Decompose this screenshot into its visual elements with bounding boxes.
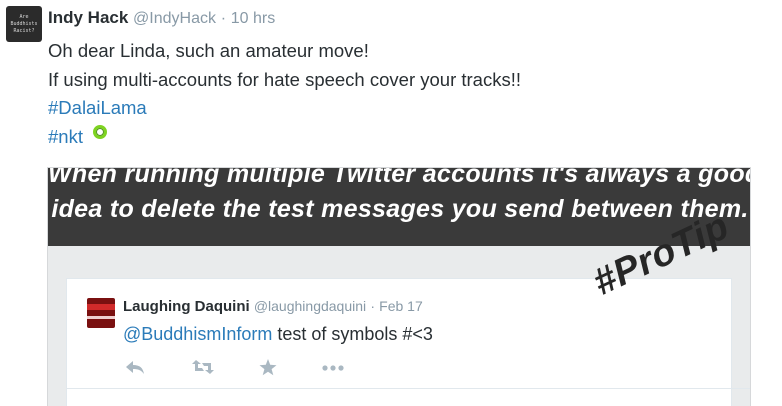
inner-author-name: Laughing Daquini	[123, 298, 250, 315]
avatar-text-line: Are	[19, 13, 29, 20]
author-avatar[interactable]: Are Buddhists Racist?	[6, 6, 42, 42]
inner-text-body: test of symbols #<3	[272, 324, 433, 344]
inner-header-separator: ·	[370, 298, 375, 314]
author-handle[interactable]: @IndyHack	[133, 10, 216, 27]
tweet-text-line: If using multi-accounts for hate speech …	[48, 68, 521, 90]
inner-author-handle: @laughingdaquini	[253, 298, 367, 314]
reply-icon	[126, 361, 144, 374]
green-circle-icon	[92, 124, 107, 139]
more-icon	[322, 365, 344, 371]
inner-tweet-date: Feb 17	[379, 298, 423, 314]
hashtag-link-nkt[interactable]: #nkt	[48, 123, 83, 152]
divider	[66, 388, 750, 389]
image-banner: When running multiple Twitter accounts i…	[48, 167, 751, 246]
banner-text-line: When running multiple Twitter accounts i…	[48, 167, 751, 188]
header-separator: ·	[220, 10, 227, 27]
inner-avatar	[87, 298, 115, 328]
tweet-text: Oh dear Linda, such an amateur move! If …	[48, 37, 521, 151]
banner-text-line: idea to delete the test messages you sen…	[51, 195, 749, 223]
inner-tweet-text: @BuddhismInform test of symbols #<3	[123, 324, 433, 345]
embedded-tweet-screenshot: Laughing Daquini @laughingdaquini · Feb …	[66, 278, 732, 406]
avatar-text-line: Buddhists	[10, 20, 38, 27]
retweet-icon	[192, 360, 214, 374]
favorite-icon	[259, 359, 277, 376]
hashtag-link-dalailama[interactable]: #DalaiLama	[48, 94, 147, 123]
tweet-header: Indy Hack @IndyHack · 10 hrs	[48, 8, 275, 28]
attached-image[interactable]: When running multiple Twitter accounts i…	[47, 167, 751, 406]
inner-tweet-header: Laughing Daquini @laughingdaquini · Feb …	[123, 298, 423, 315]
avatar-text-line: Racist?	[13, 27, 35, 34]
tweet-text-line: Oh dear Linda, such an amateur move!	[48, 40, 369, 61]
author-name[interactable]: Indy Hack	[48, 8, 128, 27]
tweet-timestamp[interactable]: 10 hrs	[231, 10, 275, 27]
inner-mention: @BuddhismInform	[123, 324, 273, 344]
inner-action-bar	[125, 359, 365, 379]
